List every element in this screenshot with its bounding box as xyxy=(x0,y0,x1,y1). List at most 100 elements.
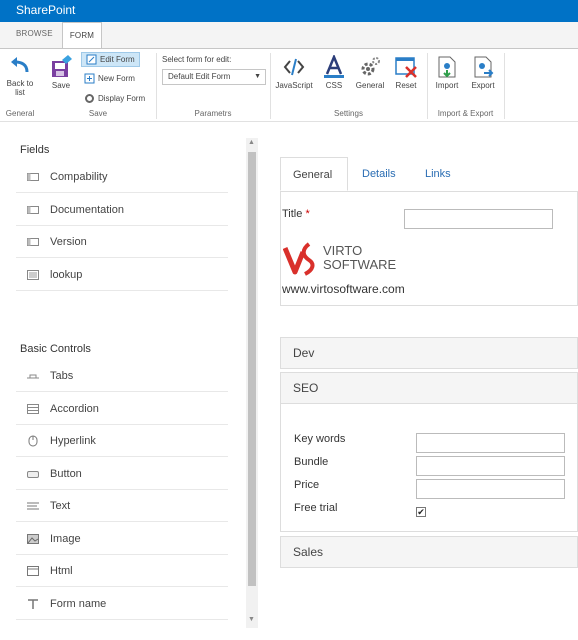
control-item-label: Text xyxy=(50,500,71,512)
virto-logo: VIRTO SOFTWARE xyxy=(283,242,397,276)
control-item-form-name[interactable]: Form name xyxy=(16,589,228,620)
group-params-label: Parametrs xyxy=(194,109,232,118)
text-icon xyxy=(26,501,40,511)
field-item-label: Version xyxy=(50,236,87,248)
reset-label: Reset xyxy=(395,81,417,90)
field-item-lookup[interactable]: lookup xyxy=(16,260,228,291)
javascript-button[interactable]: JavaScript xyxy=(274,55,314,90)
left-panel-scrollbar[interactable]: ▲ ▼ xyxy=(246,138,258,628)
price-input[interactable] xyxy=(416,479,565,499)
control-item-text[interactable]: Text xyxy=(16,491,228,522)
select-form-dropdown[interactable]: Default Edit Form ▼ xyxy=(162,69,266,85)
back-arrow-icon xyxy=(11,57,29,73)
save-icon xyxy=(52,55,72,77)
select-form-label: Select form for edit: xyxy=(162,55,232,64)
basic-controls-heading: Basic Controls xyxy=(20,343,91,355)
import-button[interactable]: Import xyxy=(432,55,462,90)
css-icon xyxy=(324,55,344,78)
checkmark-icon: ✔ xyxy=(417,507,425,517)
edit-form-icon xyxy=(86,54,97,65)
control-item-image[interactable]: Image xyxy=(16,524,228,555)
css-label: CSS xyxy=(325,81,343,90)
bundle-input[interactable] xyxy=(416,456,565,476)
virto-logo-icon xyxy=(283,242,315,276)
field-icon xyxy=(26,237,40,247)
field-item-compability[interactable]: Compability xyxy=(16,162,228,193)
html-icon xyxy=(26,566,40,576)
scroll-up-icon[interactable]: ▲ xyxy=(248,139,255,146)
css-button[interactable]: CSS xyxy=(320,55,348,90)
field-item-label: Documentation xyxy=(50,204,124,216)
reset-button[interactable]: Reset xyxy=(392,55,420,90)
bundle-label: Bundle xyxy=(294,456,329,468)
save-button[interactable]: Save xyxy=(48,55,74,90)
free-trial-checkbox[interactable]: ✔ xyxy=(416,507,426,517)
export-label: Export xyxy=(471,81,495,90)
control-item-label: Tabs xyxy=(50,370,74,382)
keywords-input[interactable] xyxy=(416,433,565,453)
export-button[interactable]: Export xyxy=(468,55,498,90)
lookup-icon xyxy=(26,270,40,280)
ribbon: Back to list Save Edit Form New Form Dis… xyxy=(0,48,578,122)
required-marker: * xyxy=(305,208,310,220)
tab-form[interactable]: FORM xyxy=(62,22,102,48)
section-seo[interactable]: SEO xyxy=(280,372,578,404)
tab-general[interactable]: General xyxy=(280,157,348,191)
control-item-label: Html xyxy=(50,565,73,577)
control-item-hyperlink[interactable]: Hyperlink xyxy=(16,426,228,457)
form-tabs: General Details Links xyxy=(280,157,578,192)
title-label: Title * xyxy=(282,208,310,220)
control-item-tabs[interactable]: Tabs xyxy=(16,361,228,392)
logo-line-1: VIRTO xyxy=(323,243,363,258)
edit-form-button[interactable]: Edit Form xyxy=(81,52,140,67)
scroll-down-icon[interactable]: ▼ xyxy=(248,616,255,623)
button-icon xyxy=(26,469,40,479)
display-form-button[interactable]: Display Form xyxy=(84,93,145,104)
control-item-label: Button xyxy=(50,468,82,480)
save-label: Save xyxy=(51,81,71,90)
suite-bar: SharePoint xyxy=(0,0,578,22)
scrollbar-thumb[interactable] xyxy=(248,152,256,586)
gear-icon xyxy=(361,57,380,76)
new-form-button[interactable]: New Form xyxy=(84,73,135,84)
ribbon-tabs: BROWSE FORM xyxy=(0,22,578,48)
field-item-label: lookup xyxy=(50,269,83,281)
reset-icon xyxy=(395,57,417,78)
tab-links[interactable]: Links xyxy=(413,157,463,191)
section-dev[interactable]: Dev xyxy=(280,337,578,369)
group-settings-label: Settings xyxy=(334,109,363,118)
javascript-icon xyxy=(283,58,305,76)
hyperlink-icon xyxy=(26,435,40,447)
section-sales[interactable]: Sales xyxy=(280,536,578,568)
control-item-label: Accordion xyxy=(50,403,99,415)
field-item-documentation[interactable]: Documentation xyxy=(16,195,228,226)
field-icon xyxy=(26,172,40,182)
new-form-icon xyxy=(84,73,95,84)
image-icon xyxy=(26,534,40,544)
chevron-down-icon: ▼ xyxy=(254,73,261,80)
general-settings-button[interactable]: General xyxy=(354,55,386,90)
left-panel: Fields Compability Documentation Version… xyxy=(0,122,246,640)
select-form-value: Default Edit Form xyxy=(168,72,231,81)
logo-line-2: SOFTWARE xyxy=(323,257,397,272)
import-label: Import xyxy=(435,81,459,90)
website-url: www.virtosoftware.com xyxy=(282,282,405,296)
group-import-export-label: Import & Export xyxy=(437,109,494,118)
tab-details[interactable]: Details xyxy=(350,157,408,191)
back-to-list-button[interactable]: Back to list xyxy=(4,55,36,97)
free-trial-label: Free trial xyxy=(294,502,338,514)
display-form-label: Display Form xyxy=(98,94,146,103)
field-item-version[interactable]: Version xyxy=(16,227,228,258)
control-item-label: Image xyxy=(50,533,81,545)
control-item-html[interactable]: Html xyxy=(16,556,228,587)
price-label: Price xyxy=(294,479,320,491)
back-to-list-label: Back to list xyxy=(6,79,34,97)
control-item-accordion[interactable]: Accordion xyxy=(16,394,228,425)
edit-form-label: Edit Form xyxy=(100,55,135,64)
title-input[interactable] xyxy=(404,209,553,229)
form-name-icon xyxy=(26,599,40,609)
tab-browse[interactable]: BROWSE xyxy=(16,29,53,38)
control-item-button[interactable]: Button xyxy=(16,459,228,490)
new-form-label: New Form xyxy=(98,74,135,83)
sharepoint-brand[interactable]: SharePoint xyxy=(16,3,75,17)
